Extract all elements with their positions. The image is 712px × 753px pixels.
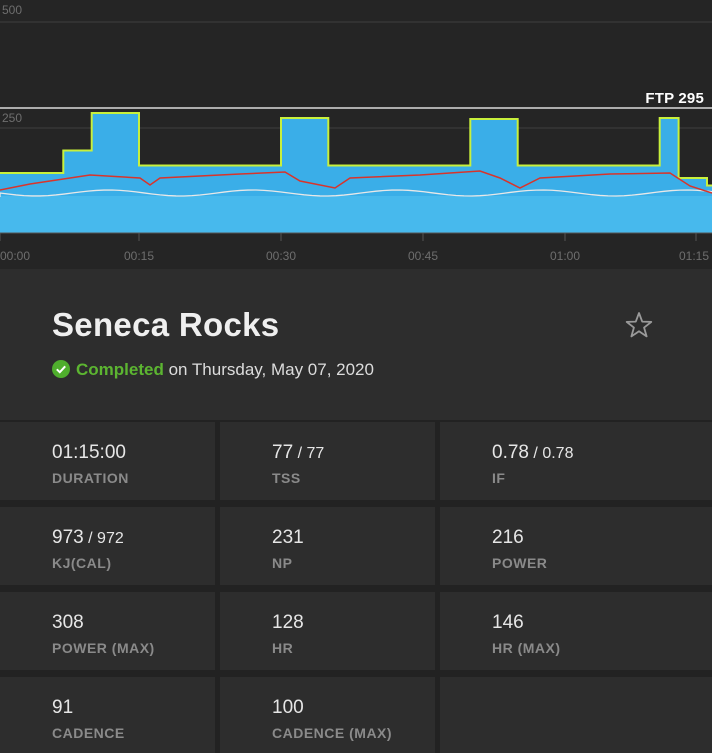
workout-title: Seneca Rocks [52, 306, 280, 343]
metric-value: 128 [272, 612, 304, 633]
metric-value: 231 [272, 527, 304, 548]
status-completed: Completed [76, 360, 164, 379]
metric-label: HR [272, 640, 294, 656]
cadence-band [0, 196, 712, 233]
status-line: Completed on Thursday, May 07, 2020 [52, 360, 374, 380]
metrics-grid: 01:15:00 DURATION 77 / 77 TSS 0.78 / 0.7… [0, 422, 712, 753]
metric-duration: 01:15:00 DURATION [0, 422, 215, 500]
check-circle-icon [52, 360, 70, 378]
metric-np: 231 NP [220, 507, 435, 585]
metric-label: TSS [272, 470, 301, 486]
x-tick-label: 00:15 [124, 249, 154, 263]
star-icon[interactable] [624, 310, 654, 340]
metric-sub: / 77 [293, 445, 325, 462]
metric-label: POWER (MAX) [52, 640, 155, 656]
metric-sub: / 972 [83, 530, 124, 547]
metric-cadence-max: 100 CADENCE (MAX) [220, 677, 435, 753]
metric-if: 0.78 / 0.78 IF [440, 422, 712, 500]
workout-header [0, 269, 712, 420]
metric-hr: 128 HR [220, 592, 435, 670]
metric-kj: 973 / 972 KJ(CAL) [0, 507, 215, 585]
x-tick-label: 00:00 [0, 249, 30, 263]
metric-value: 146 [492, 612, 524, 633]
ftp-label: FTP 295 [645, 90, 704, 107]
metric-tss: 77 / 77 TSS [220, 422, 435, 500]
metric-power-max: 308 POWER (MAX) [0, 592, 215, 670]
metric-empty [440, 677, 712, 753]
metric-hr-max: 146 HR (MAX) [440, 592, 712, 670]
power-chart-svg: 500 250 00:00 00:15 00:30 00:45 01:00 01:15 [0, 3, 712, 263]
x-tick-label: 00:30 [266, 249, 296, 263]
metric-label: DURATION [52, 470, 129, 486]
workout-chart: 500 250 00:00 00:15 00:30 00:45 01:00 01:15 FTP… [0, 0, 712, 269]
metric-power: 216 POWER [440, 507, 712, 585]
metric-value: 91 [52, 697, 74, 718]
metric-value: 0.78 [492, 442, 529, 463]
x-tick-label: 01:15 [679, 249, 709, 263]
metric-label: CADENCE (MAX) [272, 725, 393, 741]
metric-label: KJ(CAL) [52, 555, 112, 571]
metric-value: 216 [492, 527, 524, 548]
workout-date: on Thursday, May 07, 2020 [168, 360, 374, 379]
metric-cadence: 91 CADENCE [0, 677, 215, 753]
metric-label: NP [272, 555, 293, 571]
metric-value: 973 [52, 527, 84, 548]
metric-value: 01:15:00 [52, 442, 126, 463]
x-tick-label: 00:45 [408, 249, 438, 263]
metric-label: CADENCE [52, 725, 125, 741]
metric-sub: / 0.78 [528, 445, 574, 462]
x-tick-label: 01:00 [550, 249, 580, 263]
metric-value: 308 [52, 612, 84, 633]
metric-label: IF [492, 470, 506, 486]
metric-value: 77 [272, 442, 294, 463]
y-tick-label: 500 [2, 3, 22, 17]
y-tick-label: 250 [2, 111, 22, 125]
metric-label: POWER [492, 555, 548, 571]
metric-value: 100 [272, 697, 304, 718]
metric-label: HR (MAX) [492, 640, 561, 656]
